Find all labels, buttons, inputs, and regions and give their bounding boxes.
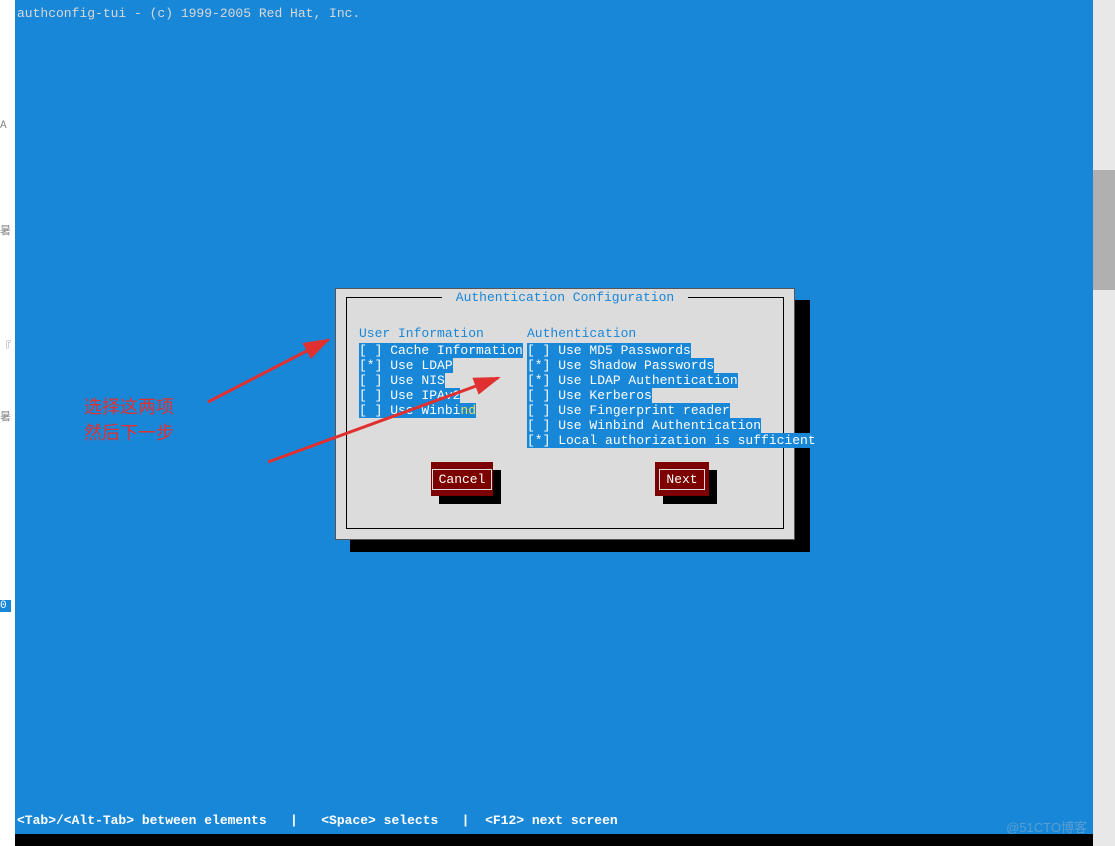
checkbox-user-2[interactable]: [ ] Use NIS [359, 373, 523, 388]
user-info-column: User Information [ ] Cache Information[*… [359, 326, 523, 418]
annotation-text: 选择这两项 然后下一步 [84, 394, 174, 446]
checkbox-user-3[interactable]: [ ] Use IPAv2 [359, 388, 523, 403]
checkbox-auth-1[interactable]: [*] Use Shadow Passwords [527, 358, 816, 373]
dialog-title: Authentication Configuration [442, 290, 688, 305]
checkbox-auth-0[interactable]: [ ] Use MD5 Passwords [527, 343, 816, 358]
vertical-scrollbar[interactable] [1093, 0, 1115, 846]
app-title: authconfig-tui - (c) 1999-2005 Red Hat, … [17, 6, 360, 21]
watermark: @51CTO博客 [1006, 817, 1087, 836]
auth-header: Authentication [527, 326, 816, 341]
checkbox-auth-5[interactable]: [ ] Use Winbind Authentication [527, 418, 816, 433]
checkbox-auth-4[interactable]: [ ] Use Fingerprint reader [527, 403, 816, 418]
authentication-column: Authentication [ ] Use MD5 Passwords[*] … [527, 326, 816, 448]
user-info-header: User Information [359, 326, 523, 341]
scrollbar-thumb[interactable] [1093, 170, 1115, 290]
checkbox-user-4[interactable]: [ ] Use Winbind [359, 403, 523, 418]
checkbox-auth-2[interactable]: [*] Use LDAP Authentication [527, 373, 816, 388]
checkbox-user-1[interactable]: [*] Use LDAP [359, 358, 523, 373]
checkbox-user-0[interactable]: [ ] Cache Information [359, 343, 523, 358]
checkbox-auth-3[interactable]: [ ] Use Kerberos [527, 388, 816, 403]
checkbox-auth-6[interactable]: [*] Local authorization is sufficient [527, 433, 816, 448]
auth-config-dialog: Authentication Configuration User Inform… [335, 288, 795, 540]
left-margin: A 暑 『 暑 0 [0, 0, 15, 846]
terminal-screen: authconfig-tui - (c) 1999-2005 Red Hat, … [15, 0, 1093, 834]
dialog-border: Authentication Configuration User Inform… [346, 297, 784, 529]
footer-hint: <Tab>/<Alt-Tab> between elements | <Spac… [17, 813, 618, 828]
cancel-button[interactable]: Cancel [431, 462, 493, 496]
next-button[interactable]: Next [655, 462, 709, 496]
